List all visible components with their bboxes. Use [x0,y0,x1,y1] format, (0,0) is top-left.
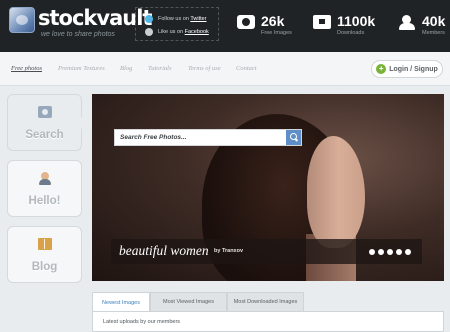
side-blog-label: Blog [31,261,58,273]
person-icon [38,172,52,185]
tab-panel-text: Latest uploads by our members [103,319,181,325]
tab-most-viewed[interactable]: Most Viewed Images [150,292,227,311]
nav-free-photos[interactable]: Free photos [11,65,42,72]
site-header: stockvault we love to share photos Follo… [0,0,450,52]
search-icon[interactable] [286,130,301,145]
side-search-button[interactable]: Search [7,94,87,151]
logo-icon[interactable] [9,7,35,33]
nav-contact[interactable]: Contact [236,65,257,72]
nav-premium-textures[interactable]: Premium Textures [58,65,105,72]
hero-photo-face [307,136,365,248]
slide-dot-5[interactable] [405,249,411,255]
tab-newest-images[interactable]: Newest Images [92,292,150,312]
main-nav: Free photos Premium Textures Blog Tutori… [0,52,450,86]
camera-icon [237,15,255,29]
twitter-icon[interactable] [145,15,153,23]
search-bar [114,129,302,146]
slide-dot-3[interactable] [387,249,393,255]
hero-caption: beautiful women by Tranxov [111,239,422,264]
nav-terms[interactable]: Terms of use [188,65,221,72]
stat-label: Downloads [337,30,365,36]
twitter-link[interactable]: Twitter [190,16,206,22]
book-icon [38,238,52,250]
image-tabs: Newest Images Most Viewed Images Most Do… [92,292,444,332]
members-icon [398,15,416,30]
side-hello-label: Hello! [28,195,61,207]
stat-value: 26k [261,13,285,29]
slide-dot-4[interactable] [396,249,402,255]
slide-dot-1[interactable] [369,249,375,255]
side-search-label: Search [25,129,64,141]
twitter-follow: Follow us on Twitter [145,14,207,24]
logo-tagline: we love to share photos [41,31,115,38]
stat-value: 40k [422,13,446,29]
slide-dot-2[interactable] [378,249,384,255]
side-blog-button[interactable]: Blog [7,226,82,283]
facebook-link[interactable]: Facebook [185,29,209,35]
download-icon [313,15,331,29]
slide-dots [369,249,411,255]
stat-value: 1100k [337,13,376,29]
stat-label: Free Images [261,30,292,36]
follow-box: Follow us on Twitter Like us on Facebook [135,7,219,41]
login-signup-button[interactable]: + Login / Signup [371,60,443,78]
side-hello-button[interactable]: Hello! [7,160,82,217]
caption-title[interactable]: beautiful women [119,243,209,259]
tab-panel: Latest uploads by our members [92,311,444,332]
search-input[interactable] [115,130,287,145]
nav-blog[interactable]: Blog [120,65,132,72]
tab-most-downloaded[interactable]: Most Downloaded Images [227,292,304,311]
camera-icon [38,106,52,118]
plus-icon: + [376,64,387,74]
caption-author[interactable]: by Tranxov [214,248,243,254]
stat-label: Members [422,30,445,36]
login-label: Login / Signup [389,65,438,73]
facebook-follow: Like us on Facebook [145,27,209,37]
nav-tutorials[interactable]: Tutorials [148,65,171,72]
twitter-prefix: Follow us on [158,16,191,22]
facebook-prefix: Like us on [158,29,185,35]
facebook-icon[interactable] [145,28,153,36]
